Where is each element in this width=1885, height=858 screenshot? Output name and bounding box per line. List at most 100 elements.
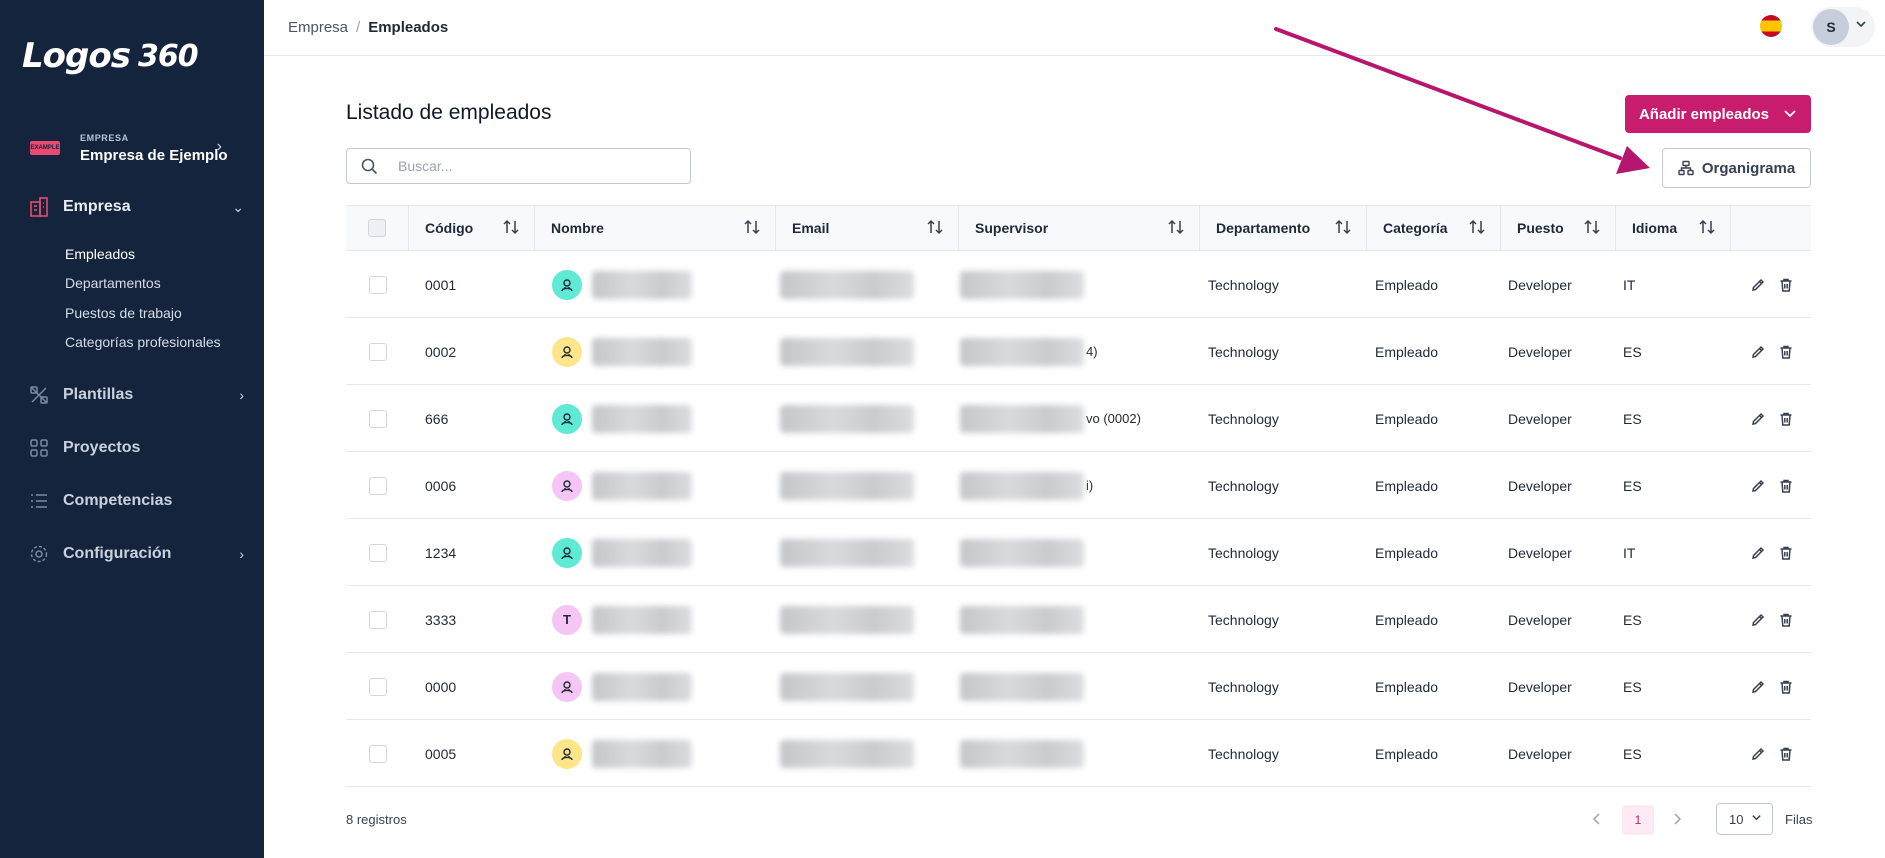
redacted-supervisor: [960, 270, 1084, 299]
edit-icon[interactable]: [1750, 746, 1766, 762]
search-input[interactable]: [398, 158, 678, 174]
trash-icon[interactable]: [1778, 746, 1794, 762]
row-checkbox[interactable]: [368, 275, 387, 294]
row-select-cell: [346, 385, 409, 452]
cell-department: Technology: [1208, 745, 1279, 762]
nav-item-competencias[interactable]: Competencias: [28, 486, 244, 516]
edit-icon[interactable]: [1750, 344, 1766, 360]
table-row[interactable]: 0002 4) Technology Empleado Developer ES: [346, 318, 1811, 385]
row-checkbox[interactable]: [368, 610, 387, 629]
subnav-puestos[interactable]: Puestos de trabajo: [65, 305, 182, 321]
nav-item-proyectos[interactable]: Proyectos: [28, 433, 244, 463]
header-idioma[interactable]: Idioma: [1616, 206, 1731, 250]
chevron-right-icon: ›: [216, 138, 222, 155]
table-row[interactable]: 3333 T Technology Empleado Developer ES: [346, 586, 1811, 653]
column-label: Categoría: [1383, 220, 1448, 236]
edit-icon[interactable]: [1750, 411, 1766, 427]
header-puesto[interactable]: Puesto: [1501, 206, 1616, 250]
avatar: S: [1813, 9, 1849, 45]
chevron-right-icon[interactable]: [1672, 812, 1682, 828]
sort-icon: [743, 219, 761, 235]
redacted-email: [780, 471, 914, 500]
table-row[interactable]: 0005 Technology Empleado Developer ES: [346, 720, 1811, 787]
trash-icon[interactable]: [1778, 344, 1794, 360]
nav-label: Empresa: [63, 198, 131, 215]
cell-email: [780, 519, 914, 586]
trash-icon[interactable]: [1778, 612, 1794, 628]
user-menu-button[interactable]: S: [1811, 7, 1875, 47]
cell-position: Developer: [1508, 276, 1572, 293]
row-checkbox[interactable]: [368, 409, 387, 428]
cell-supervisor: vo (0002): [960, 385, 1141, 452]
add-employees-button[interactable]: Añadir empleados: [1625, 95, 1811, 133]
row-checkbox[interactable]: [368, 476, 387, 495]
row-select-cell: [346, 519, 409, 586]
cell-position: Developer: [1508, 544, 1572, 561]
header-email[interactable]: Email: [776, 206, 959, 250]
sort-icon: [1334, 219, 1352, 235]
header-nombre[interactable]: Nombre: [535, 206, 776, 250]
cell-position: Developer: [1508, 477, 1572, 494]
row-checkbox[interactable]: [368, 543, 387, 562]
cell-email: [780, 653, 914, 720]
cell-language: ES: [1623, 410, 1642, 427]
cell-name: [552, 385, 692, 452]
edit-icon[interactable]: [1750, 277, 1766, 293]
company-selector[interactable]: EXAMPLE EMPRESA Empresa de Ejemplo ›: [30, 128, 244, 168]
trash-icon[interactable]: [1778, 679, 1794, 695]
page-1-button[interactable]: 1: [1622, 805, 1654, 835]
rows-per-page-select[interactable]: 10: [1716, 803, 1773, 835]
nav-label: Configuración: [63, 545, 172, 562]
trash-icon[interactable]: [1778, 411, 1794, 427]
cell-email: [780, 452, 914, 519]
chevron-down-icon: [1751, 812, 1762, 826]
avatar-initial: T: [563, 612, 571, 627]
page-title: Listado de empleados: [346, 101, 552, 124]
row-checkbox[interactable]: [368, 342, 387, 361]
nav-item-empresa[interactable]: Empresa ⌄: [28, 192, 244, 222]
edit-icon[interactable]: [1750, 478, 1766, 494]
row-select-cell: [346, 452, 409, 519]
table-row[interactable]: 0001 Technology Empleado Developer IT: [346, 251, 1811, 318]
header-categoria[interactable]: Categoría: [1367, 206, 1501, 250]
person-icon: [559, 545, 575, 561]
org-chart-button[interactable]: Organigrama: [1662, 148, 1811, 188]
person-icon: [559, 478, 575, 494]
edit-icon[interactable]: [1750, 612, 1766, 628]
select-all-checkbox[interactable]: [368, 219, 386, 237]
column-label: Código: [425, 220, 474, 236]
table-row[interactable]: 0006 i) Technology Empleado Developer ES: [346, 452, 1811, 519]
table-row[interactable]: 666 vo (0002) Technology Empleado Developer E…: [346, 385, 1811, 452]
trash-icon[interactable]: [1778, 545, 1794, 561]
grid-icon: [28, 437, 50, 459]
subnav-categorias[interactable]: Categorías profesionales: [65, 334, 221, 350]
edit-icon[interactable]: [1750, 679, 1766, 695]
sort-icon: [926, 219, 944, 235]
spain-flag-icon[interactable]: [1760, 15, 1782, 37]
header-departamento[interactable]: Departamento: [1200, 206, 1367, 250]
row-checkbox[interactable]: [368, 677, 387, 696]
row-checkbox[interactable]: [368, 744, 387, 763]
row-select-cell: [346, 251, 409, 318]
redacted-email: [780, 404, 914, 433]
subnav-empleados[interactable]: Empleados: [65, 246, 135, 262]
app-logo[interactable]: Logos 360: [22, 36, 199, 76]
trash-icon[interactable]: [1778, 478, 1794, 494]
cell-position: Developer: [1508, 410, 1572, 427]
person-icon: [559, 277, 575, 293]
trash-icon[interactable]: [1778, 277, 1794, 293]
cell-position: Developer: [1508, 745, 1572, 762]
nav-item-configuracion[interactable]: Configuración ›: [28, 539, 244, 569]
chevron-left-icon[interactable]: [1592, 812, 1602, 828]
nav-item-plantillas[interactable]: Plantillas ›: [28, 380, 244, 410]
breadcrumb-empresa[interactable]: Empresa: [288, 19, 348, 36]
subnav-departamentos[interactable]: Departamentos: [65, 275, 161, 291]
header-supervisor[interactable]: Supervisor: [959, 206, 1200, 250]
row-actions: [1750, 251, 1794, 318]
column-label: Email: [792, 220, 830, 236]
table-row[interactable]: 0000 Technology Empleado Developer ES: [346, 653, 1811, 720]
table-row[interactable]: 1234 Technology Empleado Developer IT: [346, 519, 1811, 586]
employees-table: Código Nombre Email Supervisor Departame…: [346, 205, 1811, 787]
header-codigo[interactable]: Código: [409, 206, 535, 250]
edit-icon[interactable]: [1750, 545, 1766, 561]
